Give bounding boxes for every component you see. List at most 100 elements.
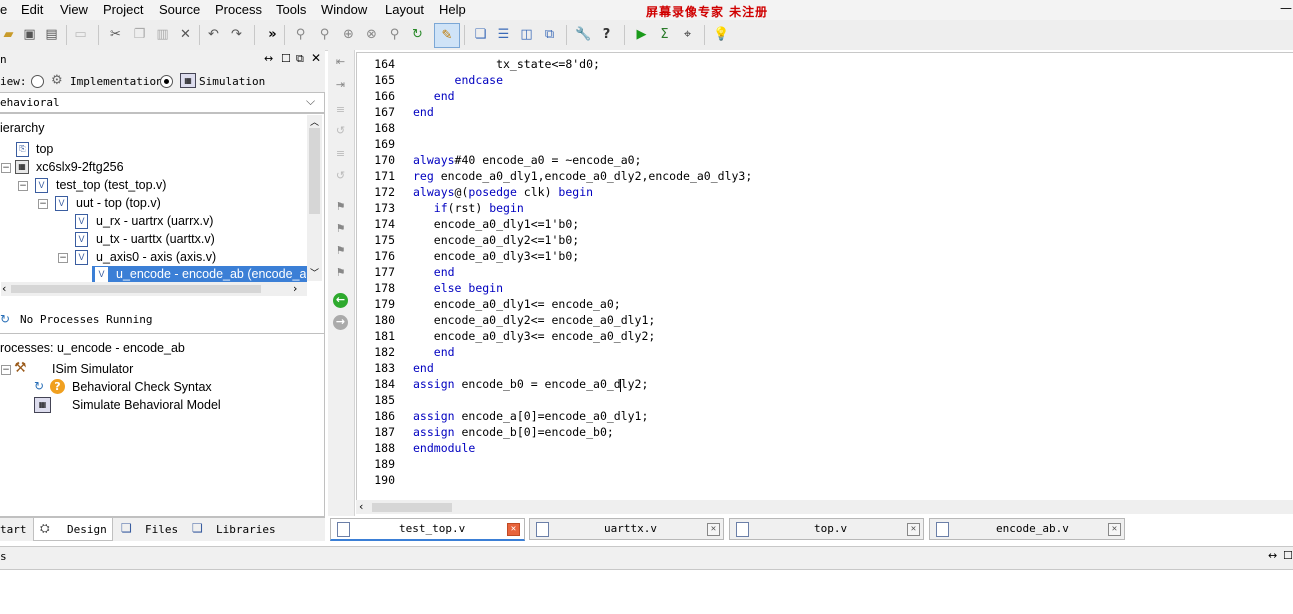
print-icon[interactable]: ▭	[72, 26, 89, 43]
close-tab-icon[interactable]: ✕	[1108, 523, 1121, 536]
process-simulate-behavioral[interactable]: Simulate Behavioral Model	[72, 398, 221, 412]
tile-vertical-icon[interactable]: ◫	[518, 26, 535, 43]
tree-item-device[interactable]: xc6slx9-2ftg256	[36, 160, 124, 174]
menu-layout[interactable]: Layout	[385, 2, 424, 17]
editor-tab-test-top[interactable]: test_top.v ✕	[330, 518, 525, 541]
process-check-syntax[interactable]: Behavioral Check Syntax	[72, 380, 212, 394]
undo-icon[interactable]: ↶	[205, 26, 222, 43]
telescope-icon[interactable]: ⌖	[679, 26, 696, 43]
menu-file[interactable]: e	[0, 2, 7, 17]
zoom-out-icon[interactable]: ⚲	[316, 26, 333, 43]
tab-files[interactable]: Files	[145, 523, 178, 536]
bookmark-prev-icon[interactable]: ⚑	[333, 222, 348, 236]
save-all-icon[interactable]: ▤	[43, 26, 60, 43]
wrench-icon[interactable]: 🔧	[575, 26, 592, 43]
tree-item-top[interactable]: top	[36, 142, 53, 156]
close-tab-icon[interactable]: ✕	[707, 523, 720, 536]
zoom-selection-icon[interactable]: ⚲	[386, 26, 403, 43]
collapse-icon[interactable]: −	[1, 163, 11, 173]
tab-libraries[interactable]: Libraries	[216, 523, 276, 536]
menu-project[interactable]: Project	[103, 2, 143, 17]
implementation-radio[interactable]	[31, 75, 44, 88]
hierarchy-hscrollbar[interactable]: ‹ ›	[1, 282, 307, 296]
collapse-icon[interactable]: −	[58, 253, 68, 263]
tab-start[interactable]: tart	[0, 523, 27, 536]
zoom-area-icon[interactable]: ⊗	[363, 26, 380, 43]
pencil-mode-icon[interactable]: ✎	[434, 23, 460, 48]
maximize-panel-icon[interactable]: ☐	[1283, 549, 1293, 562]
menu-view[interactable]: View	[60, 2, 88, 17]
tree-item-u-tx[interactable]: u_tx - uarttx (uarttx.v)	[96, 232, 215, 246]
paste-icon[interactable]: ▥	[154, 26, 171, 43]
bookmark-icon[interactable]: ⚑	[333, 200, 348, 214]
tree-item-uut[interactable]: uut - top (top.v)	[76, 196, 161, 210]
bookmark-clear-icon[interactable]: ⚑	[333, 266, 348, 280]
undo-edit-icon[interactable]: ↺	[333, 169, 348, 183]
zoom-full-icon[interactable]: ⊕	[340, 26, 357, 43]
collapse-icon[interactable]: −	[18, 181, 28, 191]
simulation-radio[interactable]	[160, 75, 173, 88]
editor-tab-encode-ab[interactable]: encode_ab.v ✕	[929, 518, 1125, 540]
move-panel-icon[interactable]: ↔	[264, 52, 273, 65]
refresh-icon[interactable]: ↻	[409, 26, 426, 43]
collapse-icon[interactable]: −	[1, 365, 11, 375]
code-area[interactable]: 164 tx_state<=8'd0; 165 endcase 166 end 167…	[356, 52, 1293, 502]
go-back-icon[interactable]: ←	[333, 293, 348, 308]
overflow-chevron-icon[interactable]: »	[264, 26, 281, 43]
scroll-thumb[interactable]	[11, 285, 261, 293]
tile-horizontal-icon[interactable]: ☰	[495, 26, 512, 43]
menu-process[interactable]: Process	[215, 2, 262, 17]
delete-icon[interactable]: ✕	[177, 26, 194, 43]
tree-item-u-axis0[interactable]: u_axis0 - axis (axis.v)	[96, 250, 216, 264]
process-isim-simulator[interactable]: ISim Simulator	[52, 362, 133, 376]
cut-icon[interactable]: ✂	[107, 26, 124, 43]
close-tab-icon[interactable]: ✕	[907, 523, 920, 536]
tab-design[interactable]: ⛭ Design	[33, 518, 113, 541]
move-panel-icon[interactable]: ↔	[1268, 549, 1277, 562]
editor-hscrollbar[interactable]: ‹	[356, 500, 1293, 514]
sigma-icon[interactable]: Σ	[656, 26, 673, 43]
menu-source[interactable]: Source	[159, 2, 200, 17]
menu-window[interactable]: Window	[321, 2, 367, 17]
uncomment-icon[interactable]: ↺	[333, 124, 348, 138]
collapse-icon[interactable]: −	[38, 199, 48, 209]
indent-right-icon[interactable]: ⇥	[333, 78, 348, 92]
minimize-icon[interactable]: —	[1280, 1, 1292, 15]
scroll-down-icon[interactable]: ﹀	[310, 266, 319, 279]
tree-item-u-rx[interactable]: u_rx - uartrx (uarrx.v)	[96, 214, 213, 228]
save-icon[interactable]: ▣	[21, 26, 38, 43]
scroll-left-icon[interactable]: ‹	[359, 500, 363, 513]
behavior-dropdown[interactable]: ehavioral ⌵	[0, 92, 325, 113]
menu-help[interactable]: Help	[439, 2, 466, 17]
redo-icon[interactable]: ↷	[228, 26, 245, 43]
restore-panel-icon[interactable]: ⧉	[296, 52, 304, 66]
close-panel-icon[interactable]: ✕	[311, 51, 321, 65]
bookmark-next-icon[interactable]: ⚑	[333, 244, 348, 258]
chevron-down-icon[interactable]: ⌵	[306, 94, 315, 109]
zoom-in-icon[interactable]: ⚲	[292, 26, 309, 43]
help-pointer-icon[interactable]: ?	[598, 26, 615, 43]
go-forward-icon[interactable]: →	[333, 315, 348, 330]
menu-tools[interactable]: Tools	[276, 2, 306, 17]
indent-left-icon[interactable]: ⇤	[333, 55, 348, 69]
cascade-windows-icon[interactable]: ❏	[472, 26, 489, 43]
maximize-panel-icon[interactable]: ☐	[281, 52, 291, 65]
lightbulb-icon[interactable]: 💡	[713, 26, 730, 43]
scroll-thumb[interactable]	[309, 128, 320, 214]
open-icon[interactable]: ▰	[0, 26, 17, 43]
run-icon[interactable]: ▶	[633, 26, 650, 43]
simulation-label[interactable]: Simulation	[199, 75, 265, 88]
scroll-left-icon[interactable]: ‹	[2, 282, 6, 295]
scroll-thumb[interactable]	[372, 503, 452, 512]
lines-icon[interactable]: ≡	[333, 147, 348, 161]
tree-item-u-encode[interactable]: u_encode - encode_ab (encode_a	[116, 267, 306, 281]
copy-icon[interactable]: ❐	[131, 26, 148, 43]
float-window-icon[interactable]: ⧉	[541, 26, 558, 43]
tree-item-test-top[interactable]: test_top (test_top.v)	[56, 178, 166, 192]
comment-icon[interactable]: ≡	[333, 103, 348, 117]
scroll-right-icon[interactable]: ›	[293, 282, 297, 295]
editor-tab-top[interactable]: top.v ✕	[729, 518, 924, 540]
scroll-up-icon[interactable]: ︿	[310, 115, 319, 128]
implementation-label[interactable]: Implementation	[70, 75, 163, 88]
menu-edit[interactable]: Edit	[21, 2, 43, 17]
